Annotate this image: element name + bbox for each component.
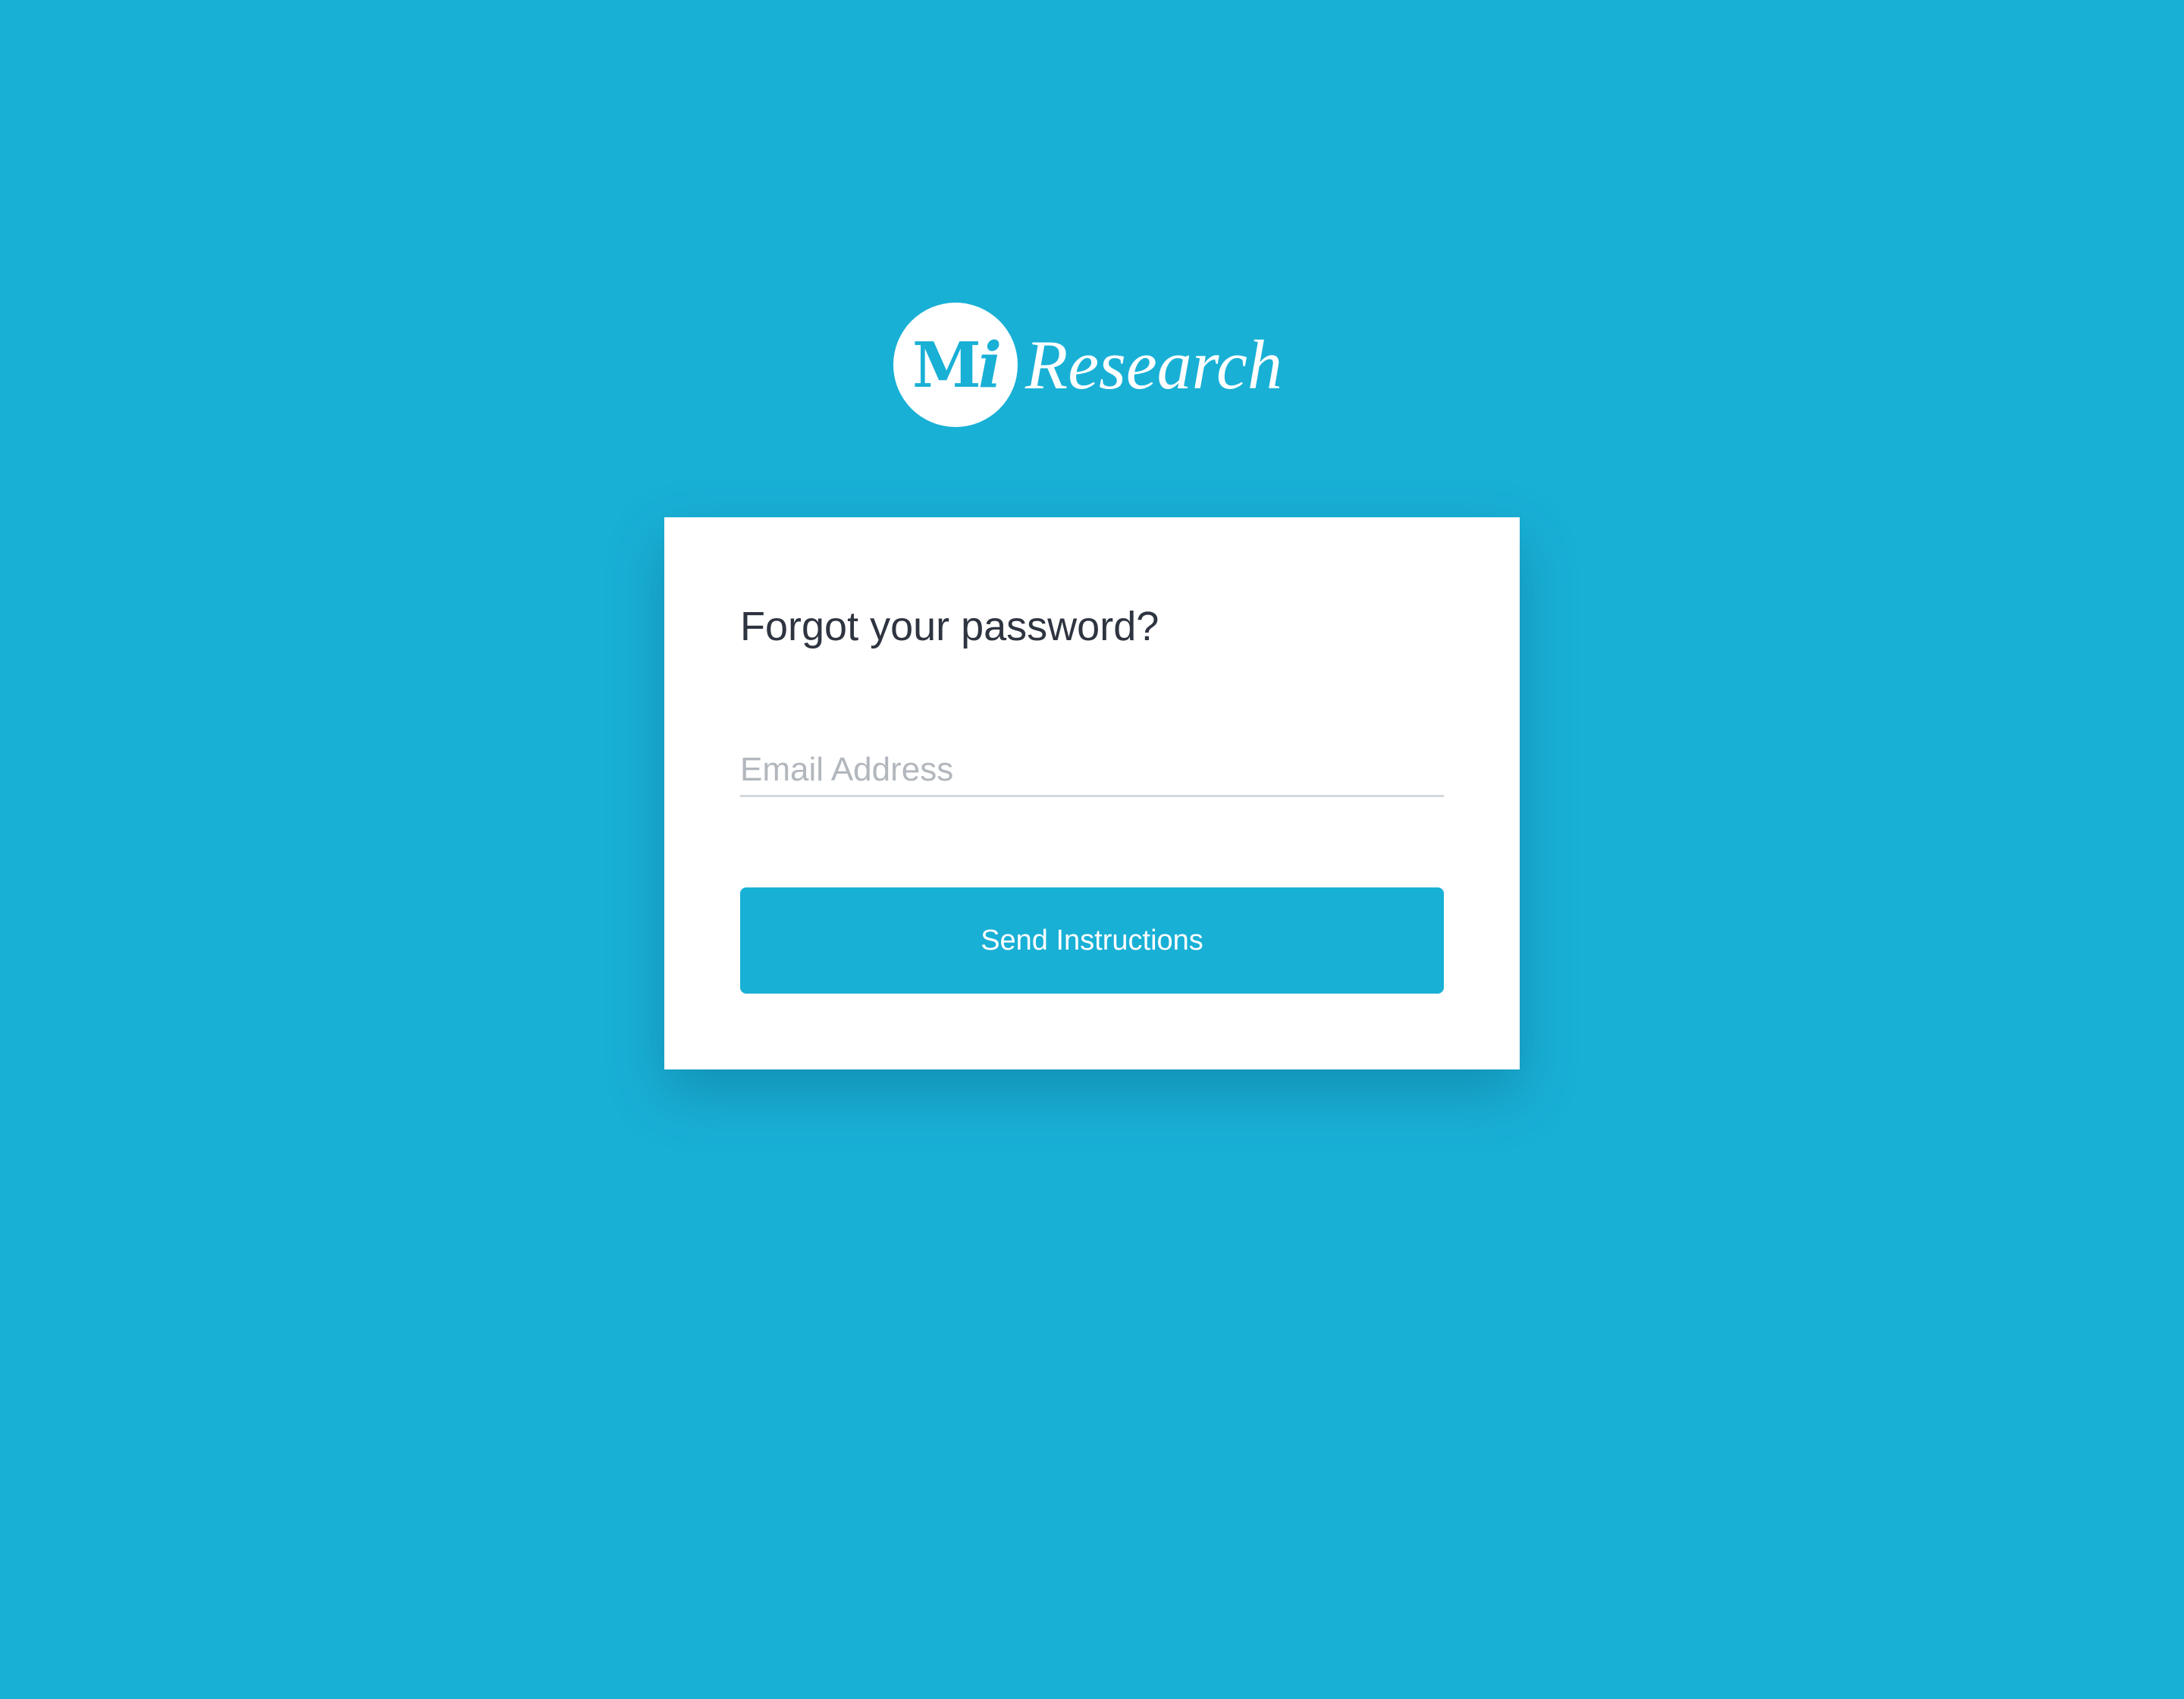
- mi-research-logo: Mi Research: [893, 302, 1282, 428]
- page-title: Forgot your password?: [740, 604, 1159, 649]
- email-field[interactable]: [740, 745, 1444, 797]
- forgot-password-page: Mi Research Forgot your password? Send I…: [0, 0, 2184, 1699]
- send-instructions-button[interactable]: Send Instructions: [740, 887, 1444, 994]
- logo-mark-monogram: Mi: [912, 334, 1002, 397]
- logo-mark-circle: Mi: [893, 303, 1018, 427]
- forgot-password-card: Forgot your password? Send Instructions: [664, 517, 1520, 1069]
- logo-wordmark: Research: [1025, 326, 1282, 404]
- logo-mark-letter-i: i: [977, 329, 1002, 402]
- logo-mark-letter-m: M: [912, 329, 981, 402]
